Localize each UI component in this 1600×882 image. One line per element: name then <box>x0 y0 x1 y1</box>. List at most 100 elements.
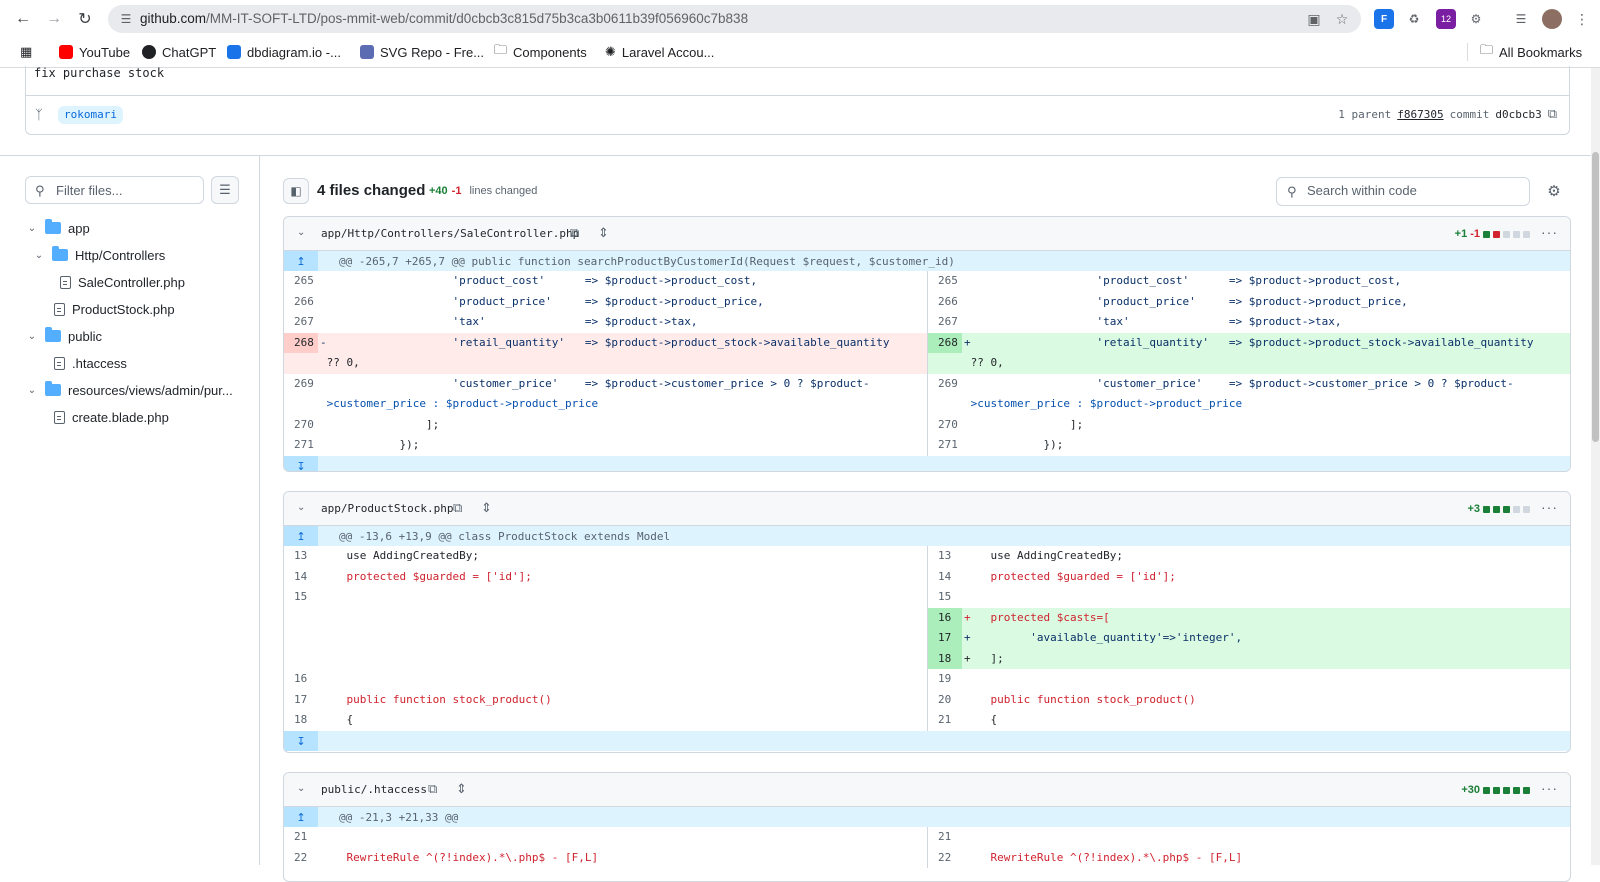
search-code-input[interactable] <box>1307 183 1517 198</box>
line-number[interactable]: 21 <box>928 710 962 731</box>
line-number[interactable]: 18 <box>928 648 962 669</box>
line-number[interactable]: 15 <box>284 587 318 608</box>
copy-icon[interactable]: ⧉ <box>1548 107 1557 122</box>
line-number[interactable]: 17 <box>284 690 318 711</box>
line-number[interactable]: 16 <box>284 669 318 690</box>
bookmark-youtube[interactable]: YouTube <box>59 43 130 61</box>
tree-file-salecontroller[interactable]: SaleController.php <box>60 269 185 295</box>
line-number[interactable]: 268 <box>284 332 318 353</box>
diff-line: 14 protected $guarded = ['id']; <box>928 567 1570 588</box>
diff-file-name[interactable]: app/ProductStock.php <box>321 502 453 515</box>
diff-file-name[interactable]: public/.htaccess <box>321 783 427 796</box>
copy-path-icon[interactable]: ⧉ <box>428 781 437 797</box>
file-icon <box>54 356 65 370</box>
forward-icon[interactable]: → <box>43 8 65 30</box>
expand-down-icon[interactable]: ↧ <box>284 731 318 751</box>
line-number[interactable]: 267 <box>928 312 962 333</box>
diff-line: 266 'product_price' => $product->product… <box>928 292 1570 313</box>
tree-file-productstock[interactable]: ProductStock.php <box>54 296 175 322</box>
tree-item-label: ProductStock.php <box>72 301 175 317</box>
star-icon[interactable]: ☆ <box>1333 10 1351 28</box>
diff-left-side: 265 'product_cost' => $product->product_… <box>284 271 927 456</box>
line-number[interactable]: 15 <box>928 587 962 608</box>
bookmark-laravel[interactable]: ✺ Laravel Accou... <box>605 43 714 61</box>
all-bookmarks[interactable]: 🗀 All Bookmarks <box>1467 42 1582 61</box>
line-number[interactable]: 269 <box>928 374 962 395</box>
line-number[interactable]: 17 <box>928 628 962 649</box>
expand-all-icon[interactable]: ⇕ <box>481 500 492 516</box>
back-icon[interactable]: ← <box>12 8 34 30</box>
tree-folder-http-controllers[interactable]: ⌄ Http/Controllers <box>33 242 165 268</box>
diff-settings-gear-icon[interactable]: ⚙ <box>1543 180 1565 202</box>
code-text: public function stock_product() <box>320 692 552 706</box>
line-number[interactable]: 265 <box>928 271 962 292</box>
toggle-file-tree-button[interactable]: ◧ <box>283 178 309 204</box>
line-number[interactable]: 16 <box>928 607 962 628</box>
expand-all-icon[interactable]: ⇕ <box>456 781 467 797</box>
line-number[interactable]: 20 <box>928 690 962 711</box>
more-options-icon[interactable]: ··· <box>1541 224 1558 240</box>
branch-tag[interactable]: rokomari <box>58 106 123 124</box>
line-number[interactable]: 265 <box>284 271 318 292</box>
line-number[interactable]: 266 <box>928 292 962 313</box>
site-info-icon[interactable]: ☰ <box>118 11 134 27</box>
chevron-down-icon[interactable]: ⌄ <box>297 783 305 794</box>
tree-file-create-blade[interactable]: create.blade.php <box>54 404 169 430</box>
filter-files-input[interactable] <box>56 181 196 199</box>
line-number[interactable]: 14 <box>928 567 962 588</box>
copy-path-icon[interactable]: ⧉ <box>570 225 579 241</box>
diff-file-name[interactable]: app/Http/Controllers/SaleController.php <box>321 227 579 240</box>
additions-count: +40 <box>429 185 448 197</box>
bookmark-chatgpt[interactable]: ChatGPT <box>142 43 216 61</box>
copy-path-icon[interactable]: ⧉ <box>453 500 462 516</box>
chevron-down-icon[interactable]: ⌄ <box>297 502 305 513</box>
expand-all-icon[interactable]: ⇕ <box>598 225 609 241</box>
line-number[interactable]: 21 <box>284 827 318 848</box>
install-app-icon[interactable]: ▣ <box>1305 10 1323 28</box>
media-controls-icon[interactable]: ☰ <box>1511 9 1531 29</box>
line-number[interactable]: 14 <box>284 567 318 588</box>
profile-avatar[interactable] <box>1542 9 1562 29</box>
line-number[interactable]: 268 <box>928 332 962 353</box>
more-options-icon[interactable]: ··· <box>1541 499 1558 515</box>
bookmark-components[interactable]: 🗀 Components <box>494 42 587 61</box>
tree-folder-public[interactable]: ⌄ public <box>26 323 102 349</box>
tree-folder-resources[interactable]: ⌄ resources/views/admin/pur... <box>26 377 233 403</box>
line-number[interactable]: 19 <box>928 669 962 690</box>
apps-grid-icon[interactable]: ▦ <box>20 43 32 61</box>
line-number[interactable]: 13 <box>928 546 962 567</box>
more-options-icon[interactable]: ··· <box>1541 780 1558 796</box>
bookmark-dbdiagram[interactable]: dbdiagram.io -... <box>227 43 341 61</box>
line-number[interactable]: 266 <box>284 292 318 313</box>
tree-file-htaccess[interactable]: .htaccess <box>54 350 127 376</box>
expand-down-icon[interactable]: ↧ <box>284 456 318 471</box>
line-number[interactable]: 267 <box>284 312 318 333</box>
filter-options-button[interactable]: ☰ <box>211 176 239 204</box>
extensions-puzzle-icon[interactable]: ⚙ <box>1466 9 1486 29</box>
scrollbar-thumb[interactable] <box>1592 152 1599 442</box>
expand-up-icon[interactable]: ↥ <box>284 526 318 546</box>
expand-up-icon[interactable]: ↥ <box>284 251 318 271</box>
bookmark-svgrepo[interactable]: SVG Repo - Fre... <box>360 43 484 61</box>
extension-badge-icon[interactable]: 12 <box>1436 9 1456 29</box>
extension-recycle-icon[interactable]: ♻ <box>1404 9 1424 29</box>
line-number[interactable]: 270 <box>928 415 962 436</box>
chevron-down-icon[interactable]: ⌄ <box>297 227 305 238</box>
page-scrollbar[interactable] <box>1591 68 1600 865</box>
address-bar[interactable]: ☰ github.com/MM-IT-SOFT-LTD/pos-mmit-web… <box>108 5 1361 33</box>
code-text: + protected $casts=[ <box>964 610 1110 624</box>
line-number[interactable]: 269 <box>284 374 318 395</box>
extension-icon[interactable]: F <box>1374 9 1394 29</box>
reload-icon[interactable]: ↻ <box>74 8 96 30</box>
line-number[interactable]: 270 <box>284 415 318 436</box>
expand-up-icon[interactable]: ↥ <box>284 807 318 827</box>
parent-sha-link[interactable]: f867305 <box>1397 108 1443 121</box>
line-number[interactable]: 18 <box>284 710 318 731</box>
browser-menu-icon[interactable]: ⋮ <box>1572 9 1592 29</box>
line-number[interactable]: 13 <box>284 546 318 567</box>
tree-folder-app[interactable]: ⌄ app <box>26 215 90 241</box>
line-number[interactable]: 271 <box>928 435 962 456</box>
files-changed-count: 4 files changed <box>317 182 426 199</box>
line-number[interactable]: 271 <box>284 435 318 456</box>
line-number[interactable]: 21 <box>928 827 962 848</box>
